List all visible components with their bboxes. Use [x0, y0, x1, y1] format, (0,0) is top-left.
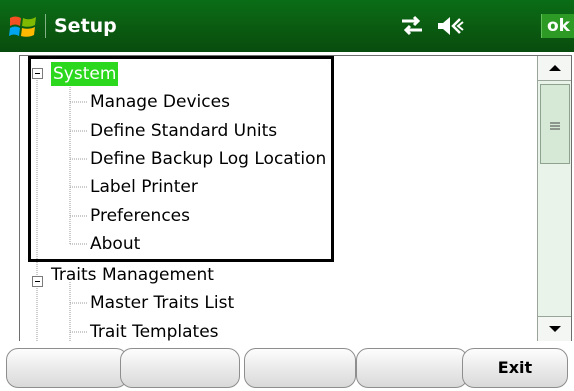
- softkey-3[interactable]: [244, 348, 356, 388]
- title-separator: [45, 14, 46, 38]
- tree-content: System Manage Devices Define Standard Un…: [20, 56, 535, 341]
- title-bar: Setup ok: [0, 0, 574, 52]
- grip-icon: [550, 122, 560, 130]
- arrow-down-icon: [549, 326, 561, 332]
- scroll-up-button[interactable]: [538, 56, 571, 81]
- connectivity-icon[interactable]: [398, 15, 426, 37]
- windows-start-icon[interactable]: [8, 13, 38, 41]
- tree-node-master-traits-list[interactable]: Master Traits List: [90, 291, 234, 315]
- exit-button[interactable]: Exit: [462, 348, 568, 388]
- softkey-1[interactable]: [6, 348, 128, 388]
- vertical-scrollbar[interactable]: [537, 56, 571, 341]
- scroll-down-button[interactable]: [538, 316, 571, 341]
- tree-node-trait-templates[interactable]: Trait Templates: [90, 320, 219, 341]
- traits-management-collapse-toggle[interactable]: [32, 276, 43, 287]
- tree-view: System Manage Devices Define Standard Un…: [19, 55, 572, 342]
- ok-button[interactable]: ok: [541, 14, 574, 38]
- volume-icon[interactable]: [436, 14, 466, 38]
- softkey-4[interactable]: [356, 348, 468, 388]
- arrow-up-icon: [549, 65, 561, 71]
- softkey-2[interactable]: [120, 348, 240, 388]
- scroll-thumb[interactable]: [540, 84, 570, 164]
- softkey-bar: Exit: [0, 341, 574, 391]
- system-highlight-box: [28, 56, 334, 262]
- tree-node-traits-management[interactable]: Traits Management: [51, 263, 214, 287]
- page-title: Setup: [54, 15, 117, 37]
